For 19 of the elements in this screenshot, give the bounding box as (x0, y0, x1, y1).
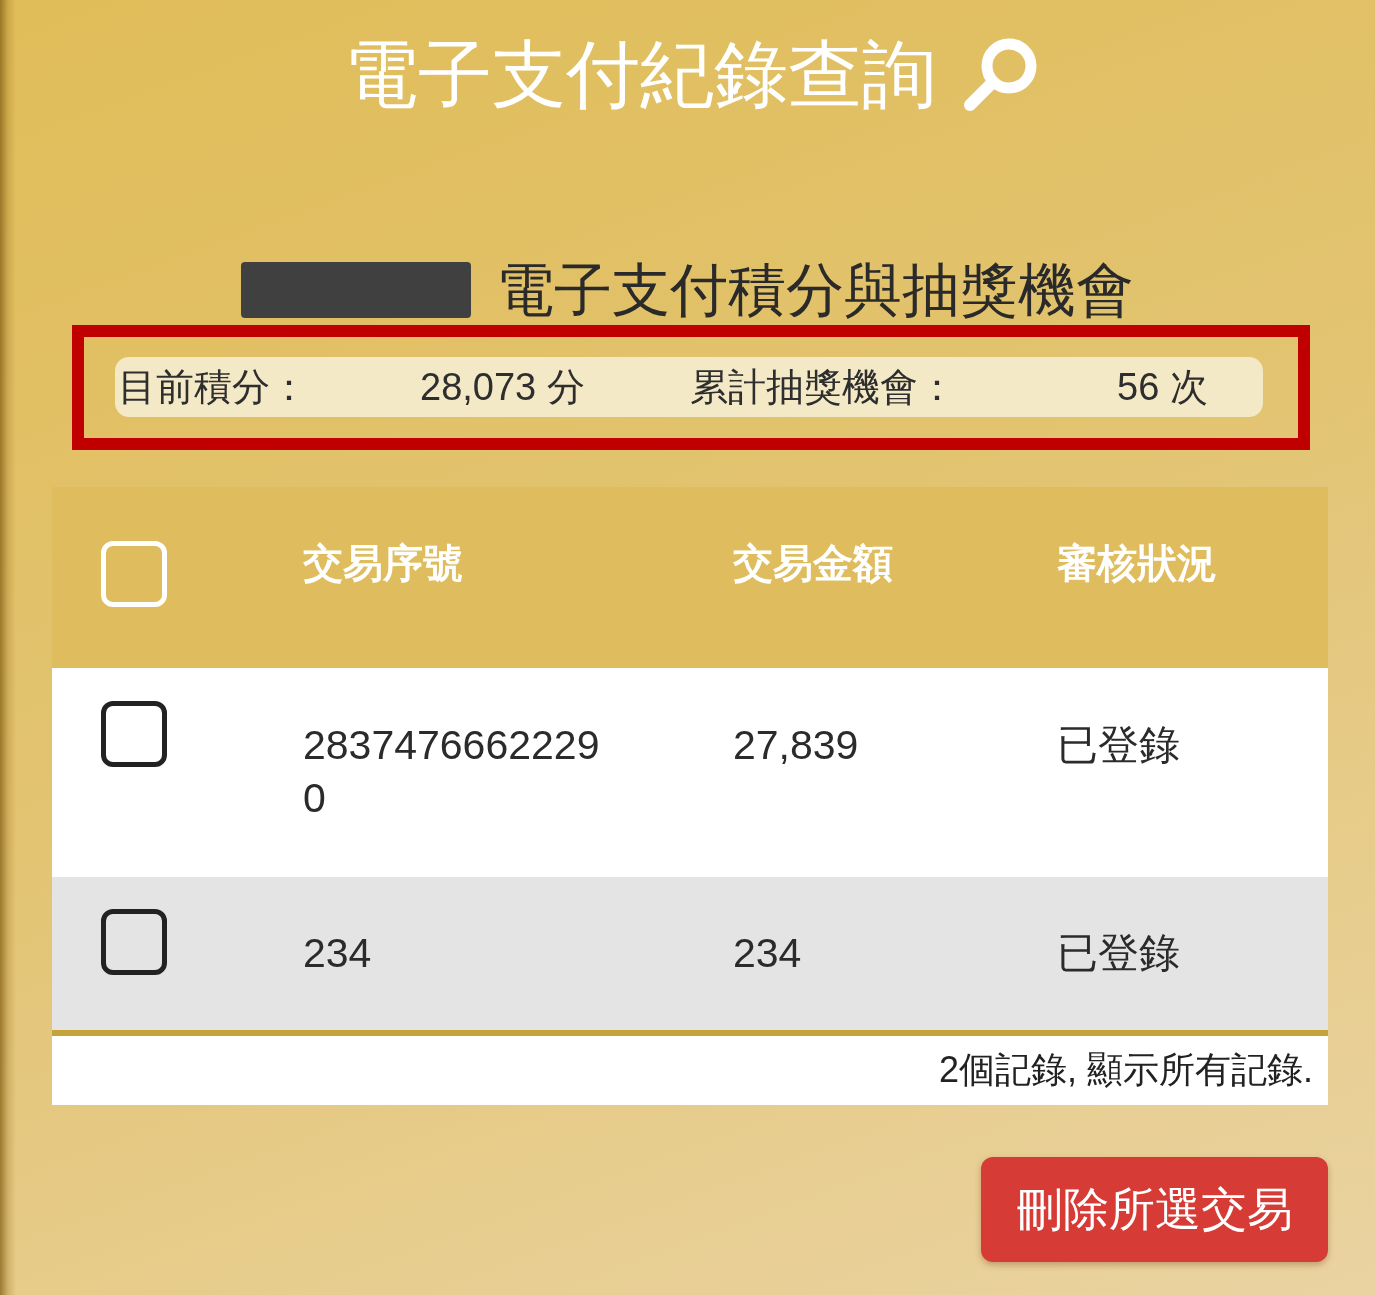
delete-button[interactable]: 刪除所選交易 (981, 1157, 1328, 1262)
record-count-text: 2個記錄, 顯示所有記錄. (938, 1048, 1313, 1092)
stat-value: 56 次 (1117, 365, 1208, 410)
table-cell-text: 234 (733, 929, 802, 978)
column-header: 審核狀況 (1057, 541, 1217, 585)
table-cell-text: 27,839 (733, 721, 859, 770)
section-heading: 電子支付積分與抽獎機會 (496, 258, 1134, 322)
table-cell-text: 28374766622290 (303, 721, 601, 823)
column-header: 交易序號 (303, 541, 463, 585)
page-title: 電子支付紀錄查詢 (343, 32, 936, 118)
stat-value: 28,073 分 (420, 365, 585, 410)
checkbox[interactable] (101, 909, 167, 975)
checkbox[interactable] (101, 701, 167, 767)
table-cell-text: 已登錄 (1057, 929, 1180, 978)
stat-label: 累計抽獎機會： (690, 365, 956, 410)
column-header: 交易金額 (733, 541, 893, 585)
table-cell-text: 234 (303, 929, 372, 978)
table-cell-text: 已登錄 (1057, 721, 1180, 770)
stat-label: 目前積分： (118, 365, 308, 410)
